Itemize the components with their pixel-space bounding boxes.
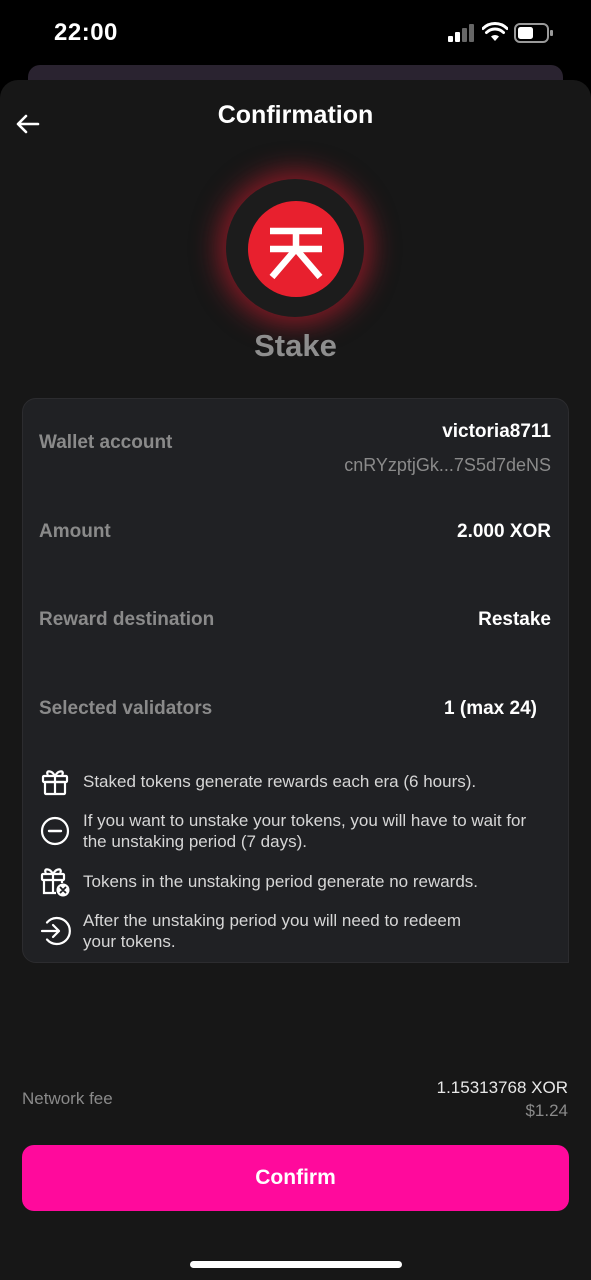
wallet-account-label: Wallet account (39, 432, 173, 453)
network-fee-fiat: $1.24 (525, 1101, 568, 1120)
status-time: 22:00 (54, 19, 118, 46)
operation-title: Stake (254, 328, 337, 363)
status-bar: 22:00 (0, 0, 591, 66)
minus-circle-icon (40, 816, 70, 846)
reward-destination-label: Reward destination (39, 609, 215, 630)
hint-rewards: Staked tokens generate rewards each era … (83, 772, 477, 791)
hint-unstaking-period: If you want to unstake your tokens, you … (83, 811, 527, 851)
selected-validators-label: Selected validators (39, 698, 213, 719)
sora-logo-icon (248, 201, 344, 297)
network-fee-amount: 1.15313768 XOR (436, 1078, 568, 1097)
reward-destination-value: Restake (478, 609, 551, 630)
cellular-signal-icon (448, 24, 474, 42)
home-indicator[interactable] (190, 1261, 402, 1268)
arrow-in-circle-icon (40, 916, 71, 946)
gift-cancel-icon (40, 868, 70, 897)
gift-icon (41, 770, 69, 796)
page-title: Confirmation (217, 101, 374, 129)
selected-validators-value[interactable]: 1 (max 24) (444, 698, 537, 720)
amount-label: Amount (39, 521, 111, 542)
hint-redeem: After the unstaking period you will need… (83, 911, 462, 951)
wifi-icon (482, 22, 508, 41)
battery-icon (514, 23, 553, 43)
hint-no-rewards: Tokens in the unstaking period generate … (83, 872, 479, 891)
confirm-button[interactable]: Confirm (22, 1145, 569, 1211)
wallet-address[interactable]: cnRYzptjGk...7S5d7deNS (344, 455, 551, 476)
amount-value: 2.000 XOR (457, 521, 551, 542)
network-fee-label: Network fee (22, 1089, 113, 1108)
wallet-name: victoria8711 (442, 421, 551, 442)
